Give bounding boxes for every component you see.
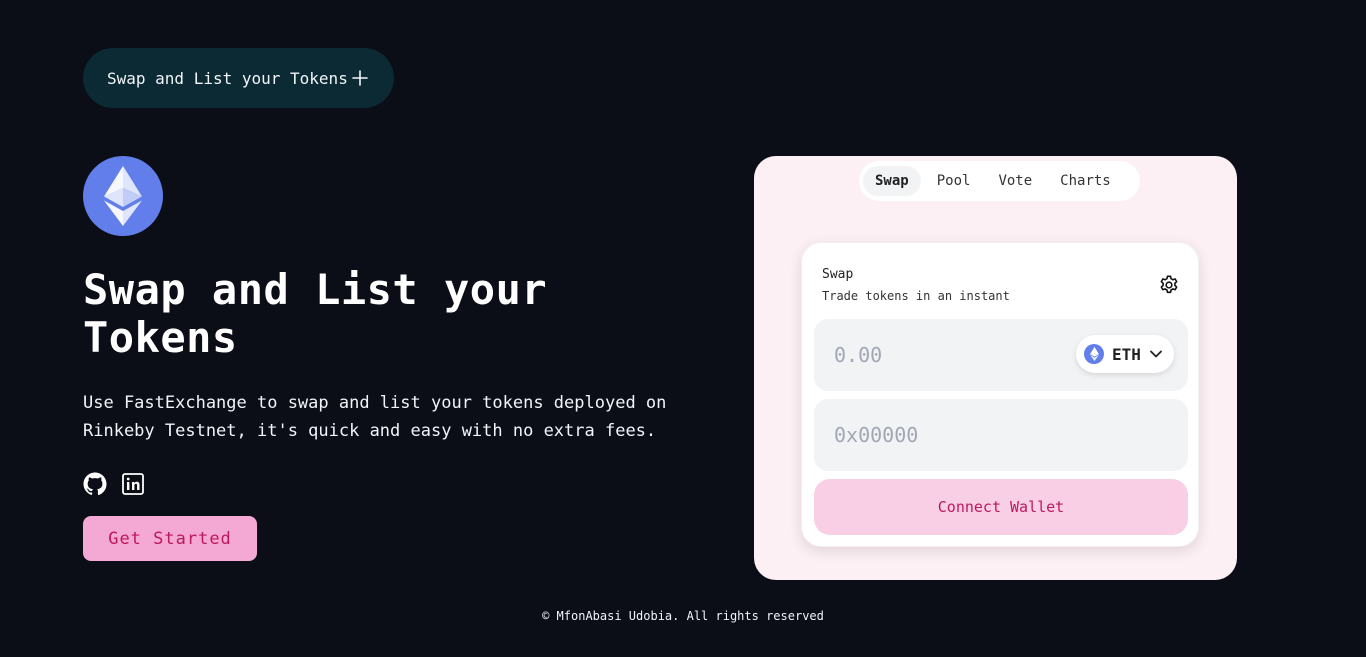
hero-title: Swap and List your Tokens — [83, 265, 548, 362]
connect-wallet-button[interactable]: Connect Wallet — [814, 479, 1188, 535]
tab-charts[interactable]: Charts — [1048, 166, 1123, 196]
page: Swap and List your Tokens Swap and List … — [0, 0, 1366, 657]
social-links — [83, 472, 145, 496]
card-subtitle: Trade tokens in an instant — [822, 289, 1010, 303]
amount-field: ETH — [814, 319, 1188, 391]
address-input[interactable] — [814, 399, 1188, 471]
card-title: Swap — [822, 267, 854, 282]
swap-list-pill-button[interactable]: Swap and List your Tokens — [83, 48, 394, 108]
eth-token-icon — [1084, 344, 1104, 364]
token-selector[interactable]: ETH — [1076, 335, 1174, 373]
panel-tabs: Swap Pool Vote Charts — [859, 161, 1140, 201]
plus-icon — [352, 70, 368, 86]
linkedin-icon[interactable] — [121, 472, 145, 496]
swap-card: Swap Trade tokens in an instant ETH — [801, 242, 1199, 547]
ethereum-logo — [83, 156, 163, 236]
ethereum-icon — [104, 166, 142, 226]
token-symbol: ETH — [1112, 344, 1141, 364]
footer-copyright: © MfonAbasi Udobia. All rights reserved — [542, 609, 824, 623]
address-field — [814, 399, 1188, 471]
swap-panel: Swap Pool Vote Charts Swap Trade tokens … — [754, 156, 1237, 580]
hero-description: Use FastExchange to swap and list your t… — [83, 393, 667, 441]
pill-label: Swap and List your Tokens — [107, 68, 348, 88]
gear-icon[interactable] — [1158, 274, 1180, 296]
tab-vote[interactable]: Vote — [986, 166, 1044, 196]
github-icon[interactable] — [83, 472, 107, 496]
tab-pool[interactable]: Pool — [925, 166, 983, 196]
chevron-down-icon — [1150, 350, 1162, 358]
get-started-button[interactable]: Get Started — [83, 516, 257, 561]
tab-swap[interactable]: Swap — [863, 166, 921, 196]
